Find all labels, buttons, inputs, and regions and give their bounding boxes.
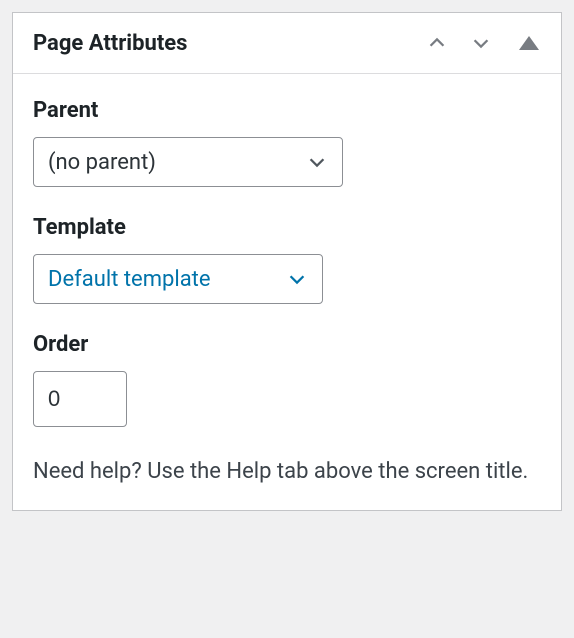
- toggle-panel-button[interactable]: [509, 27, 541, 59]
- parent-select[interactable]: (no parent): [33, 137, 343, 187]
- triangle-up-icon: [519, 36, 539, 50]
- move-up-button[interactable]: [421, 27, 453, 59]
- template-select[interactable]: Default template: [33, 254, 323, 304]
- panel-header: Page Attributes: [13, 13, 561, 74]
- panel-controls: [421, 27, 541, 59]
- chevron-down-icon: [470, 32, 492, 54]
- move-down-button[interactable]: [465, 27, 497, 59]
- parent-field-group: Parent (no parent): [33, 98, 541, 187]
- order-field-group: Order: [33, 332, 541, 427]
- chevron-down-icon: [306, 151, 328, 173]
- parent-label: Parent: [33, 98, 541, 123]
- order-input[interactable]: [33, 371, 127, 427]
- template-label: Template: [33, 215, 541, 240]
- chevron-up-icon: [426, 32, 448, 54]
- help-text: Need help? Use the Help tab above the sc…: [33, 455, 541, 488]
- template-field-group: Template Default template: [33, 215, 541, 304]
- order-label: Order: [33, 332, 541, 357]
- panel-body: Parent (no parent) Template Default temp…: [13, 74, 561, 510]
- panel-title: Page Attributes: [33, 31, 187, 56]
- parent-select-value: (no parent): [48, 150, 156, 175]
- template-select-value: Default template: [48, 267, 211, 292]
- chevron-down-icon: [286, 268, 308, 290]
- page-attributes-panel: Page Attributes Parent (no parent): [12, 12, 562, 511]
